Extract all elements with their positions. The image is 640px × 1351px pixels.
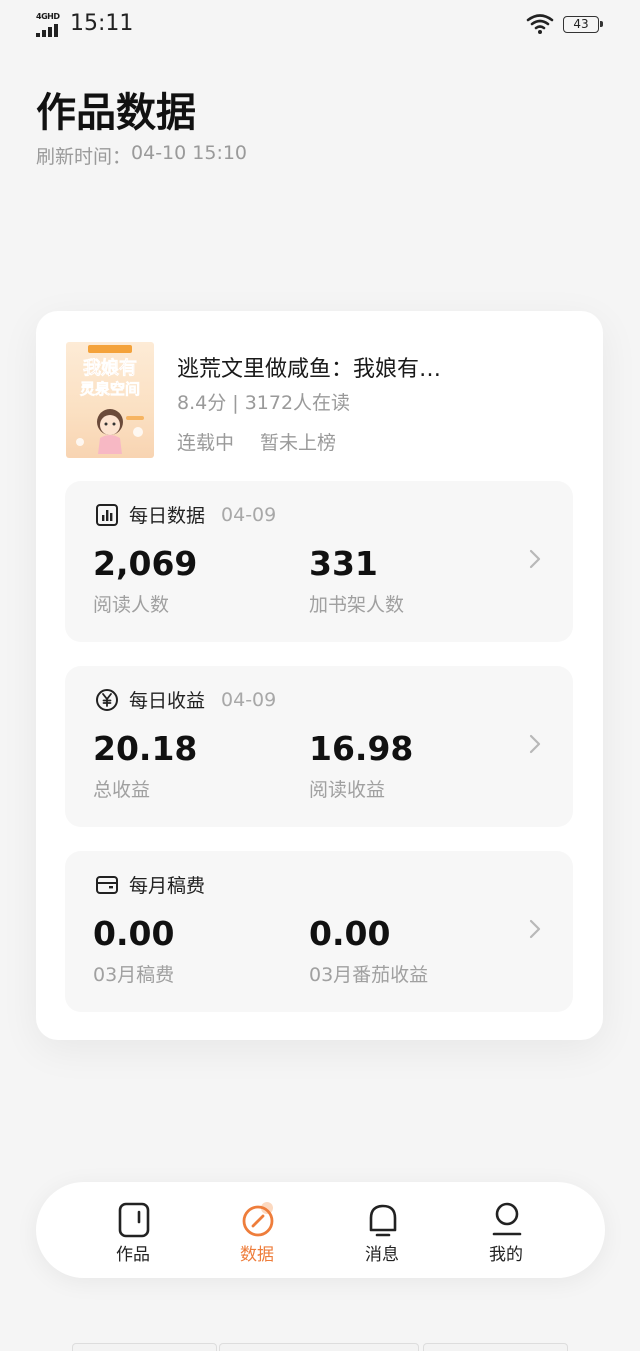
- total-income-value: 20.18: [93, 729, 198, 768]
- daily-income-label: 每日收益: [129, 690, 206, 712]
- rank-status: 暂未上榜: [260, 432, 337, 454]
- daily-data-block[interactable]: 每日数据 04-09 2,069 阅读人数 331 加书架人数: [65, 481, 573, 642]
- monthly-fee-sub-label: 03月稿费: [93, 964, 175, 986]
- refresh-label: 刷新时间：: [36, 146, 132, 168]
- tab-data[interactable]: 数据: [217, 1182, 297, 1278]
- daily-data-label: 每日数据: [129, 505, 206, 527]
- bottom-edge-fragment: [219, 1343, 419, 1351]
- monthly-fee-value: 0.00: [93, 914, 175, 953]
- wifi-icon: [526, 14, 554, 34]
- total-income-label: 总收益: [93, 779, 151, 801]
- user-icon: [492, 1202, 522, 1236]
- chevron-right-icon: [529, 919, 541, 939]
- battery-indicator: 43: [563, 16, 603, 33]
- fanqie-income-label: 03月番茄收益: [309, 964, 429, 986]
- book-cover[interactable]: 我娘有 灵泉空间: [66, 342, 154, 458]
- chevron-right-icon: [529, 549, 541, 569]
- daily-data-header: 每日数据 04-09: [95, 501, 276, 528]
- reader-count-label: 阅读人数: [93, 594, 170, 616]
- book-meta: 8.4分 | 3172人在读: [177, 392, 351, 414]
- tab-messages-label: 消息: [365, 1245, 399, 1265]
- book-status-row: 连载中 暂未上榜: [177, 428, 336, 455]
- reading-income-label: 阅读收益: [309, 779, 386, 801]
- cover-title-line1: 我娘有: [83, 357, 137, 379]
- work-data-card: 我娘有 灵泉空间 逃荒文里做咸鱼：我娘有… 8.4分 | 3172人在读 连载中…: [36, 311, 603, 1040]
- wallet-icon: [96, 875, 118, 894]
- status-bar: 4GHD 15:11 43: [0, 0, 640, 52]
- signal-indicator: 4GHD: [36, 12, 66, 37]
- refresh-value: 04-10 15:10: [131, 142, 248, 164]
- bottom-tab-bar: 作品 数据 消息 我的: [36, 1182, 605, 1278]
- book-title[interactable]: 逃荒文里做咸鱼：我娘有…: [177, 351, 441, 383]
- daily-income-block[interactable]: 每日收益 04-09 20.18 总收益 16.98 阅读收益: [65, 666, 573, 827]
- tab-messages[interactable]: 消息: [342, 1182, 422, 1278]
- cover-title-line2: 灵泉空间: [80, 380, 140, 398]
- daily-data-date: 04-09: [221, 503, 277, 526]
- book-icon: [118, 1202, 150, 1238]
- refresh-time: 刷新时间： 04-10 15:10: [36, 142, 247, 169]
- chevron-right-icon: [529, 734, 541, 754]
- tab-mine-label: 我的: [489, 1245, 523, 1265]
- book-cover-art: 我娘有 灵泉空间: [76, 345, 144, 454]
- monthly-fee-block[interactable]: 每月稿费 0.00 03月稿费 0.00 03月番茄收益: [65, 851, 573, 1012]
- fanqie-income-value: 0.00: [309, 914, 391, 953]
- bottom-edge-fragment: [72, 1343, 217, 1351]
- bookshelf-count-label: 加书架人数: [309, 594, 405, 616]
- page-title: 作品数据: [36, 89, 196, 136]
- reading-income-value: 16.98: [309, 729, 414, 768]
- yen-coin-icon: [96, 688, 118, 711]
- tab-data-label: 数据: [240, 1245, 274, 1265]
- monthly-fee-header: 每月稿费: [95, 871, 205, 898]
- monthly-fee-label: 每月稿费: [129, 875, 206, 897]
- tab-works-label: 作品: [116, 1245, 150, 1265]
- bell-icon: [369, 1204, 397, 1237]
- reader-count-value: 2,069: [93, 544, 198, 583]
- tab-mine[interactable]: 我的: [466, 1182, 546, 1278]
- bar-chart-icon: [96, 503, 118, 526]
- bottom-edge-fragment: [423, 1343, 568, 1351]
- daily-income-header: 每日收益 04-09: [95, 686, 276, 713]
- daily-income-date: 04-09: [221, 688, 277, 711]
- bookshelf-count-value: 331: [309, 544, 378, 583]
- signal-bars-icon: [36, 24, 58, 37]
- data-compass-icon: [242, 1202, 274, 1237]
- network-type: 4GHD: [36, 12, 60, 21]
- clock: 15:11: [70, 11, 134, 36]
- serial-status: 连载中: [177, 432, 235, 454]
- tab-works[interactable]: 作品: [93, 1182, 173, 1278]
